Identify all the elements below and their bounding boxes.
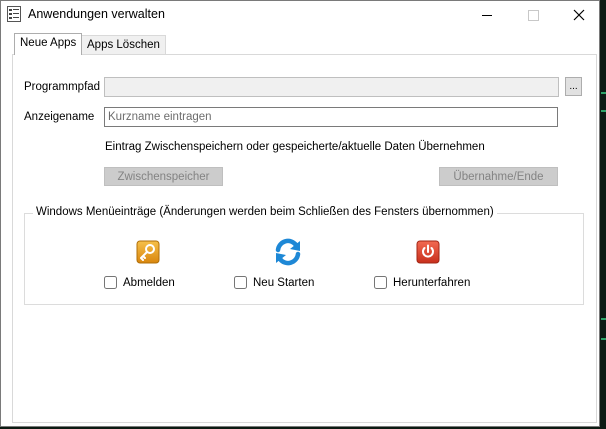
restart-checkbox[interactable] <box>234 276 247 289</box>
close-icon <box>573 9 585 21</box>
minimize-icon <box>482 14 492 16</box>
display-name-input[interactable] <box>104 107 558 127</box>
menu-entries-group: Windows Menüeinträge (Änderungen werden … <box>24 206 584 305</box>
program-path-input[interactable] <box>104 77 559 97</box>
program-path-label: Programmpfad <box>24 81 101 93</box>
restart-option: Neu Starten <box>234 276 314 289</box>
console-mark <box>601 318 606 320</box>
minimize-button[interactable] <box>464 1 510 29</box>
console-mark <box>601 338 606 340</box>
app-icon <box>7 6 21 22</box>
group-title: Windows Menüeinträge (Änderungen werden … <box>33 206 497 218</box>
display-name-label: Anzeigename <box>24 111 95 123</box>
close-button[interactable] <box>556 1 602 29</box>
apply-button[interactable]: Übernahme/Ende <box>439 167 558 186</box>
title-bar[interactable]: Anwendungen verwalten <box>1 1 599 29</box>
restart-label: Neu Starten <box>253 276 315 289</box>
background-console <box>600 0 606 429</box>
console-mark <box>601 92 606 94</box>
maximize-button[interactable] <box>510 1 556 29</box>
maximize-icon <box>527 9 539 21</box>
key-icon <box>136 240 160 264</box>
cache-button[interactable]: Zwischenspeicher <box>104 167 223 186</box>
hint-text: Eintrag Zwischenspeichern oder gespeiche… <box>105 141 485 153</box>
shutdown-option: Herunterfahren <box>374 276 470 289</box>
refresh-icon <box>275 238 301 266</box>
power-icon <box>416 240 440 264</box>
logout-label: Abmelden <box>123 276 175 289</box>
logout-checkbox[interactable] <box>104 276 117 289</box>
shutdown-label: Herunterfahren <box>393 276 471 289</box>
tab-neue-apps[interactable]: Neue Apps <box>14 33 83 55</box>
app-window: Anwendungen verwalten Neue Apps Apps Lös… <box>0 0 600 427</box>
tab-apps-loeschen[interactable]: Apps Löschen <box>81 35 166 55</box>
window-title: Anwendungen verwalten <box>28 7 165 21</box>
console-mark <box>601 110 606 112</box>
browse-button[interactable]: ... <box>565 77 582 96</box>
shutdown-checkbox[interactable] <box>374 276 387 289</box>
logout-option: Abmelden <box>104 276 175 289</box>
